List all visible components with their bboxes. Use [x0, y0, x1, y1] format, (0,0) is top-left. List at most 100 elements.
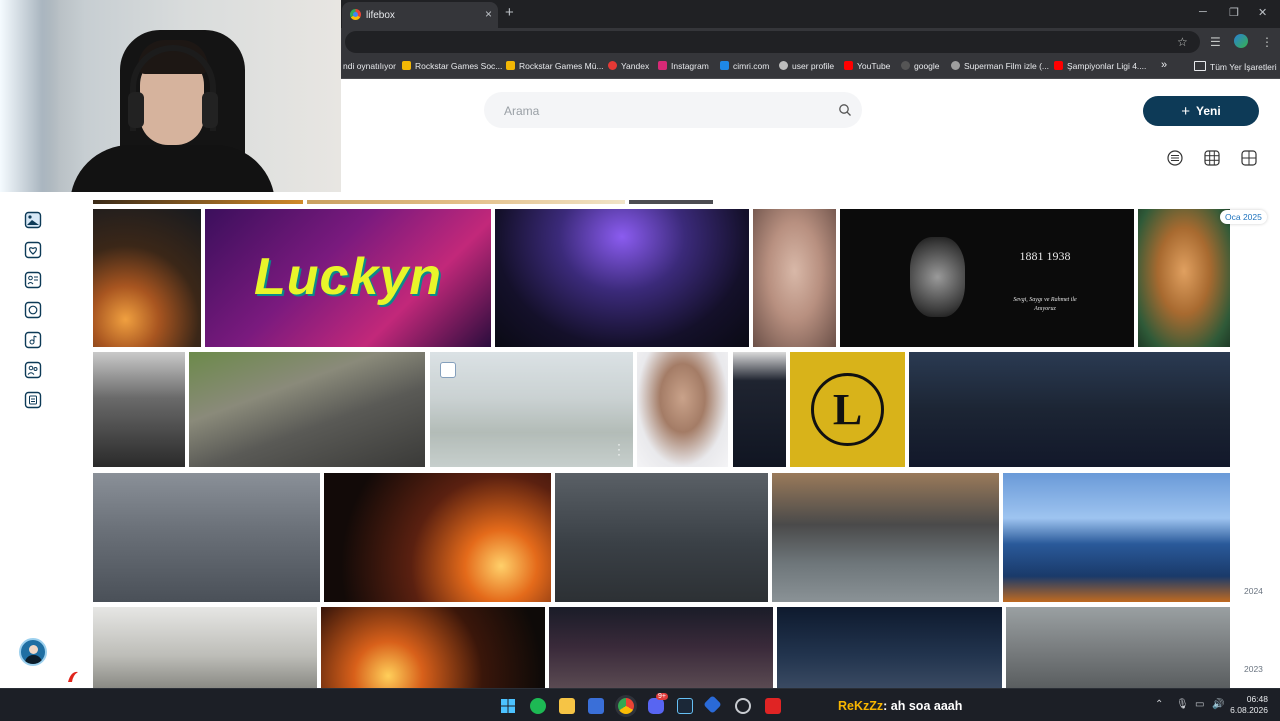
photo-thumbnail[interactable]: Luckyn	[205, 209, 491, 347]
file-explorer-icon[interactable]	[559, 698, 575, 714]
portrait-figure	[910, 237, 965, 317]
volume-icon[interactable]: 🔊	[1212, 699, 1224, 710]
bookmark-item[interactable]: cimri.com	[720, 61, 769, 71]
timeline-year-label[interactable]: 2024	[1244, 586, 1263, 596]
photo-thumbnail[interactable]	[909, 352, 1230, 467]
photo-thumbnail[interactable]	[1006, 607, 1230, 688]
photo-thumbnail[interactable]	[1003, 473, 1230, 602]
photo-thumbnail[interactable]	[495, 209, 749, 347]
new-tab-button[interactable]: +	[505, 4, 514, 21]
photo-thumbnail-selected[interactable]: · · ·	[430, 352, 633, 467]
close-window-button[interactable]: ✕	[1258, 6, 1267, 19]
photo-thumbnail[interactable]: L	[790, 352, 905, 467]
chrome-icon[interactable]	[618, 698, 634, 714]
bookmark-item[interactable]: user profile	[779, 61, 834, 71]
rockstar-icon	[402, 61, 411, 70]
search-bar[interactable]	[484, 92, 862, 130]
photo-thumbnail[interactable]	[93, 209, 201, 347]
clock-time: 06:48	[1246, 694, 1268, 704]
photo-thumbnail[interactable]	[637, 352, 728, 467]
photo-thumbnail[interactable]	[93, 607, 317, 688]
new-button[interactable]: + Yeni	[1143, 96, 1259, 126]
photo-thumbnail[interactable]	[324, 473, 551, 602]
photo-thumbnail[interactable]	[307, 200, 625, 204]
bookmarks-overflow-icon[interactable]: »	[1161, 59, 1167, 71]
bookmark-star-icon[interactable]: ☆	[1177, 35, 1188, 49]
photo-thumbnail[interactable]	[753, 209, 836, 347]
plus-icon: +	[1181, 103, 1191, 120]
people-icon[interactable]	[24, 361, 42, 379]
system-clock[interactable]: 06:48 6.08.2026	[1228, 694, 1268, 716]
photo-thumbnail[interactable]	[629, 200, 713, 204]
bookmark-item[interactable]: ndi oynatılıyor	[343, 61, 396, 71]
photo-thumbnail[interactable]: 1881 1938 Sevgi, Saygı ve Rahmet ile Anı…	[840, 209, 1134, 347]
steam-icon[interactable]	[677, 698, 693, 714]
chat-username: ReKzZz	[838, 699, 884, 713]
photo-thumbnail[interactable]	[1138, 209, 1230, 347]
photos-icon[interactable]	[24, 211, 42, 229]
microsoft-store-icon[interactable]	[588, 698, 604, 714]
all-bookmarks-folder[interactable]: Tüm Yer İşaretleri	[1194, 61, 1277, 72]
photo-thumbnail[interactable]	[555, 473, 768, 602]
photo-thumbnail[interactable]	[321, 607, 545, 688]
photo-overlay-text: L	[832, 385, 863, 434]
new-button-label: Yeni	[1196, 104, 1221, 118]
photo-thumbnail[interactable]	[93, 352, 185, 467]
profile-avatar-icon[interactable]	[1234, 34, 1248, 48]
tray-overflow-icon[interactable]: ⌃	[1155, 699, 1163, 710]
user-avatar[interactable]	[19, 638, 47, 666]
folder-icon	[1194, 61, 1206, 71]
minimize-button[interactable]: ─	[1199, 6, 1207, 18]
tab-close-icon[interactable]: ×	[485, 7, 492, 21]
select-checkbox[interactable]	[440, 362, 456, 378]
photo-thumbnail[interactable]	[93, 200, 303, 204]
timeline-current-label: Oca 2025	[1220, 210, 1267, 224]
bookmark-item[interactable]: YouTube	[844, 61, 890, 71]
music-icon[interactable]	[24, 331, 42, 349]
microphone-icon[interactable]: 🎙	[1176, 699, 1189, 710]
favorites-icon[interactable]	[24, 241, 42, 259]
chat-message: : ah soa aaah	[883, 699, 963, 713]
large-grid-view-icon[interactable]	[1240, 149, 1258, 167]
bookmark-item[interactable]: Yandex	[608, 61, 649, 71]
timeline-scrubber[interactable]: Oca 2025 2024 2023	[1220, 201, 1280, 681]
messages-icon[interactable]	[24, 301, 42, 319]
bookmark-item[interactable]: Instagram	[658, 61, 709, 71]
network-icon[interactable]: ▭	[1195, 699, 1204, 710]
photo-thumbnail[interactable]	[772, 473, 999, 602]
more-options-icon[interactable]: · · ·	[617, 438, 621, 460]
contacts-icon[interactable]	[24, 271, 42, 289]
photo-overlay-text: Anıyoruz	[1034, 306, 1056, 312]
windows-start-icon[interactable]	[500, 698, 516, 714]
turkcell-logo-icon	[68, 671, 78, 682]
photo-thumbnail[interactable]	[777, 607, 1002, 688]
list-view-icon[interactable]	[1166, 149, 1184, 167]
grid-view-icon[interactable]	[1203, 149, 1221, 167]
discord-icon[interactable]	[648, 698, 664, 714]
bookmark-item[interactable]: Rockstar Games Soc...	[402, 61, 502, 71]
tab-search-icon[interactable]: ☰	[1210, 35, 1221, 49]
photo-thumbnail[interactable]	[733, 352, 786, 467]
bookmark-item[interactable]: Rockstar Games Mü...	[506, 61, 604, 71]
photo-thumbnail[interactable]	[549, 607, 773, 688]
bookmark-item[interactable]: google	[901, 61, 940, 71]
restore-button[interactable]: ❐	[1229, 6, 1239, 19]
spotify-icon[interactable]	[530, 698, 546, 714]
github-desktop-icon[interactable]	[735, 698, 751, 714]
tab-lifebox[interactable]: lifebox ×	[342, 2, 498, 28]
photo-thumbnail[interactable]	[93, 473, 320, 602]
recording-app-icon[interactable]	[765, 698, 781, 714]
bookmark-item[interactable]: Superman Film izle (...	[951, 61, 1049, 71]
bookmark-item[interactable]: Şampiyonlar Ligi 4....	[1054, 61, 1146, 71]
address-bar[interactable]	[345, 31, 1200, 53]
rockstar-icon	[506, 61, 515, 70]
left-navigation	[0, 199, 66, 688]
timeline-year-label[interactable]: 2023	[1244, 664, 1263, 674]
browser-menu-icon[interactable]: ⋮	[1261, 35, 1273, 49]
photo-overlay-text: Sevgi, Saygı ve Rahmet ile	[1013, 297, 1077, 303]
photo-thumbnail[interactable]	[189, 352, 425, 467]
documents-icon[interactable]	[24, 391, 42, 409]
search-input[interactable]	[502, 92, 826, 130]
search-icon[interactable]	[838, 103, 852, 117]
app-icon[interactable]	[703, 695, 722, 714]
